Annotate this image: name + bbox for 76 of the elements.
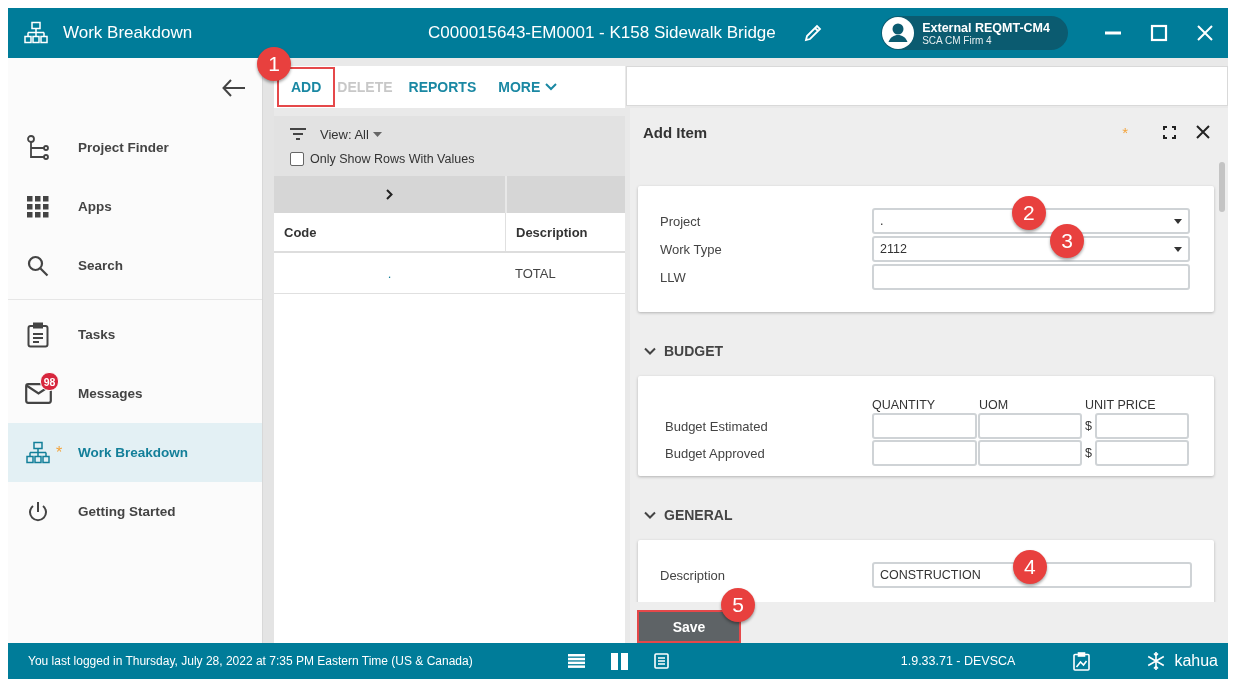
modified-marker: * [1122,123,1128,141]
section-header[interactable]: GENERAL [638,476,1214,540]
snowflake-icon [1146,651,1167,671]
step-marker: 2 [1011,196,1046,230]
input-field[interactable] [872,413,977,439]
hierarchy-icon [23,21,48,45]
chevron-right-icon[interactable] [386,189,393,200]
input-field[interactable] [872,264,1190,290]
column-header: UNIT PRICE [1085,398,1157,412]
table-cell-text: . [386,264,393,283]
chevron-down-icon [545,83,558,91]
branch-icon [26,134,50,161]
field-label: Budget Approved [665,445,766,461]
clipboard-chart-icon[interactable] [1073,651,1091,671]
field-label: LLW [660,269,687,285]
fullscreen-icon[interactable] [1162,125,1176,139]
avatar-icon [882,17,915,49]
count-badge: 98 [40,372,59,391]
window-title: C000015643-EM0001 - K158 Sidewalk Bridge [428,23,776,43]
input-field[interactable] [872,440,977,466]
section-header[interactable]: BUDGET [638,312,1214,376]
filter-icon[interactable] [290,128,306,140]
step-marker: 4 [1012,550,1047,584]
close-icon[interactable] [1196,125,1210,139]
caret-down-icon [1174,218,1182,224]
grid-icon [27,195,49,218]
field-label: Budget Estimated [665,418,769,434]
brand-name: kahua [1174,652,1218,670]
view-dropdown[interactable]: View: All [320,126,382,142]
toolbar-button[interactable]: REPORTS [408,77,477,97]
status-message: You last logged in Thursday, July 28, 2022 at 7:35 PM Eastern Time (US & Canada) [27,654,474,668]
sidebar-item[interactable]: Search [8,236,262,295]
caret-down-icon [1174,246,1182,252]
column-header: UOM [978,398,1010,412]
input-field[interactable] [1095,440,1189,466]
sidebar-item[interactable]: * Work Breakdown [8,423,262,482]
sidebar-item[interactable]: Project Finder [8,118,262,177]
more-menu-button[interactable]: MORE [498,77,558,97]
split-view-icon[interactable] [611,652,628,670]
input-field[interactable] [1095,413,1189,439]
panel-title: Add Item [643,123,709,141]
back-arrow-icon[interactable] [222,79,246,97]
user-name: External REQMT-CM4 [922,20,1050,35]
app-name: Work Breakdown [63,23,194,43]
toolbar-button[interactable]: ADD [291,77,322,97]
column-header: QUANTITY [872,398,937,412]
hierarchy-icon [26,440,50,465]
user-organization: SCA CM Firm 4 [922,34,992,46]
list-view-icon[interactable] [568,654,585,668]
input-field[interactable] [978,440,1082,466]
sidebar-item[interactable]: Getting Started [8,482,262,541]
currency-symbol: $ [1084,446,1093,460]
clipboard-icon [27,321,49,348]
checkbox[interactable] [290,152,304,166]
caret-down-icon [372,131,382,137]
field-label: Work Type [660,241,723,257]
input-field[interactable] [978,413,1082,439]
maximize-icon[interactable] [1150,24,1168,42]
table-cell-text: TOTAL [514,264,557,283]
sidebar-item[interactable]: 98 Messages [8,364,262,423]
column-header: Code [283,223,318,242]
scrollbar-thumb[interactable] [1219,162,1225,212]
modified-marker: * [56,443,63,461]
sidebar-item[interactable]: Apps [8,177,262,236]
version-label: 1.9.33.71 - DEVSCA [899,654,1017,668]
document-icon[interactable] [654,653,669,669]
edit-icon[interactable] [803,24,822,42]
search-icon [27,254,49,277]
column-header: Description [505,213,625,251]
power-icon [28,500,48,523]
sidebar-item[interactable]: Tasks [8,305,262,364]
field-label: Description [660,567,727,583]
field-label: Project [660,213,702,229]
currency-symbol: $ [1084,419,1093,433]
checkbox-label: Only Show Rows With Values [310,152,475,166]
user-menu[interactable]: External REQMT-CM4 SCA CM Firm 4 [881,16,1068,50]
